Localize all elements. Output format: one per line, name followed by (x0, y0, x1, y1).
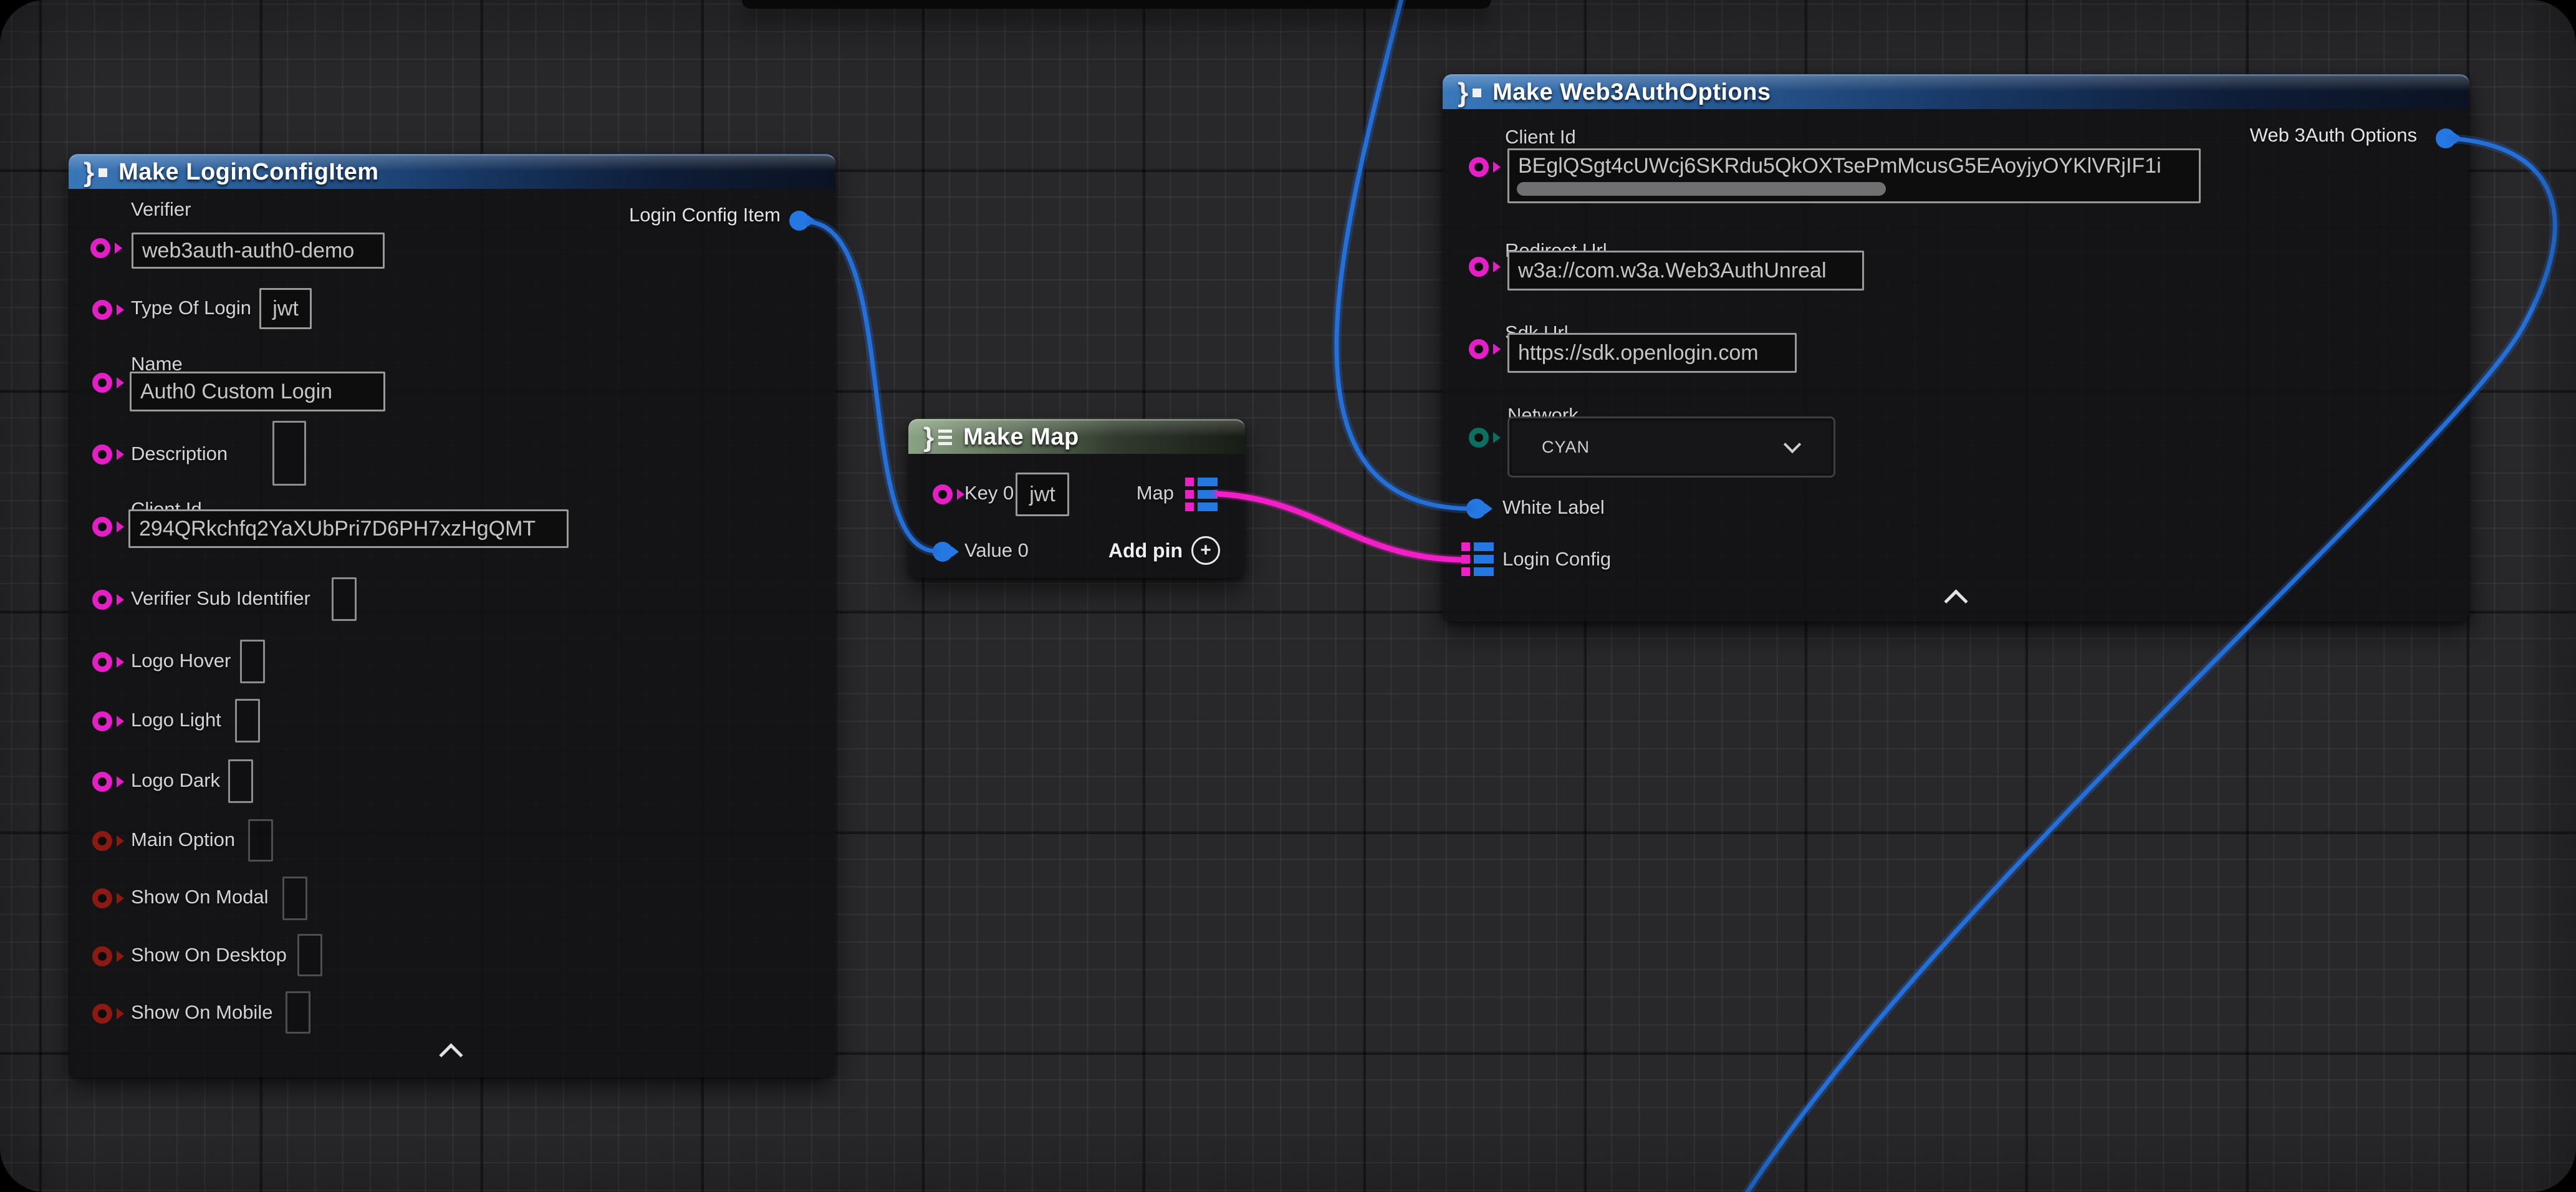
input-pin-redirect-url[interactable] (1469, 257, 1489, 277)
input-pin-verifier[interactable] (90, 238, 110, 258)
input-pin-type-of-login[interactable] (92, 300, 112, 320)
input-pin-logo-light[interactable] (92, 711, 112, 731)
pin-label-verifier: Verifier (131, 198, 191, 221)
pin-label-value0: Value 0 (964, 539, 1029, 562)
show-on-modal-checkbox[interactable] (282, 877, 307, 920)
redirect-url-input[interactable]: w3a://com.w3a.Web3AuthUnreal (1507, 251, 1864, 291)
pin-label-description: Description (131, 442, 228, 466)
add-pin-plus-icon: + (1191, 536, 1220, 565)
pin-label-map-output: Map (1137, 481, 1174, 505)
node-make-map[interactable]: } Make Map Key 0 jwt Map Value 0 Add pin… (908, 419, 1245, 578)
node-make-loginconfigitem[interactable]: } Make LoginConfigItem Login Config Item… (69, 154, 835, 1077)
type-of-login-input[interactable]: jwt (259, 288, 312, 329)
pin-label-logo-light: Logo Light (131, 708, 221, 732)
input-pin-logo-dark[interactable] (92, 772, 112, 792)
pin-label-verifier-sub-identifier: Verifier Sub Identifier (131, 587, 310, 610)
key0-input[interactable]: jwt (1016, 473, 1069, 516)
node-title: Make LoginConfigItem (118, 159, 378, 186)
input-pin-client-id[interactable] (92, 517, 112, 537)
input-pin-client-id[interactable] (1469, 157, 1489, 177)
input-pin-show-on-desktop[interactable] (92, 946, 112, 966)
node-header-make-map[interactable]: } Make Map (908, 419, 1245, 454)
add-pin-button[interactable]: Add pin + (1108, 536, 1220, 565)
description-input[interactable] (272, 421, 306, 486)
output-pin-label: Login Config Item (629, 203, 781, 228)
add-pin-label: Add pin (1108, 539, 1183, 562)
input-pin-show-on-mobile[interactable] (92, 1004, 112, 1024)
node-header-make-loginconfigitem[interactable]: } Make LoginConfigItem (69, 154, 835, 189)
node-title: Make Web3AuthOptions (1492, 79, 1771, 106)
verifier-sub-identifier-input[interactable] (332, 577, 357, 621)
input-pin-show-on-modal[interactable] (92, 888, 112, 908)
show-on-mobile-checkbox[interactable] (286, 991, 310, 1034)
node-header-make-web3authoptions[interactable]: } Make Web3AuthOptions (1443, 74, 2469, 109)
main-option-checkbox[interactable] (248, 819, 273, 862)
pin-label-show-on-mobile: Show On Mobile (131, 1001, 272, 1024)
logo-light-input[interactable] (235, 699, 260, 743)
input-pin-verifier-sub-identifier[interactable] (92, 590, 112, 610)
input-pin-main-option[interactable] (92, 831, 112, 851)
pin-label-show-on-desktop: Show On Desktop (131, 943, 287, 967)
pin-label-show-on-modal: Show On Modal (131, 885, 269, 909)
input-pin-key0[interactable] (933, 484, 953, 504)
pin-label-logo-dark: Logo Dark (131, 769, 220, 792)
input-pin-description[interactable] (92, 445, 112, 464)
make-struct-icon: } (84, 159, 107, 186)
pin-label-logo-hover: Logo Hover (131, 649, 231, 673)
network-selected-value: CYAN (1542, 438, 1590, 457)
pin-label-main-option: Main Option (131, 828, 235, 852)
name-input[interactable]: Auth0 Custom Login (130, 372, 385, 411)
pin-label-client-id: Client Id (1505, 125, 1576, 149)
input-pin-logo-hover[interactable] (92, 652, 112, 672)
pin-label-type-of-login: Type Of Login (131, 296, 251, 320)
offscreen-node-bottom-edge (742, 0, 1491, 9)
blueprint-graph-canvas[interactable]: } Make LoginConfigItem Login Config Item… (0, 0, 2576, 1192)
make-map-icon: } (923, 424, 952, 451)
logo-hover-input[interactable] (240, 640, 265, 683)
client-id-input[interactable]: BEglQSgt4cUWcj6SKRdu5QkOXTsePmMcusG5EAoy… (1507, 148, 2201, 203)
input-pin-network[interactable] (1469, 428, 1489, 448)
client-id-scrollbar[interactable] (1517, 182, 1886, 196)
network-dropdown[interactable]: CYAN (1507, 416, 1835, 478)
show-on-desktop-checkbox[interactable] (297, 934, 322, 976)
collapse-chevron-icon[interactable] (1944, 589, 1968, 613)
pin-label-login-config: Login Config (1502, 547, 1611, 571)
input-pin-name[interactable] (92, 373, 112, 393)
client-id-input[interactable]: 294QRkchfq2YaXUbPri7D6PH7xzHgQMT (128, 509, 569, 548)
sdk-url-input[interactable]: https://sdk.openlogin.com (1507, 333, 1797, 373)
pin-label-key0: Key 0 (964, 481, 1014, 505)
input-pin-sdk-url[interactable] (1469, 339, 1489, 359)
node-make-web3authoptions[interactable]: } Make Web3AuthOptions Web 3Auth Options… (1443, 74, 2469, 622)
output-pin-label: Web 3Auth Options (2250, 123, 2417, 148)
client-id-text: BEglQSgt4cUWcj6SKRdu5QkOXTsePmMcusG5EAoy… (1518, 154, 2161, 178)
node-title: Make Map (963, 424, 1079, 451)
pin-label-white-label: White Label (1502, 496, 1605, 519)
make-struct-icon: } (1458, 79, 1481, 107)
chevron-down-icon (1784, 436, 1801, 453)
collapse-chevron-icon[interactable] (439, 1043, 463, 1067)
verifier-input[interactable]: web3auth-auth0-demo (132, 233, 385, 269)
logo-dark-input[interactable] (228, 759, 253, 803)
